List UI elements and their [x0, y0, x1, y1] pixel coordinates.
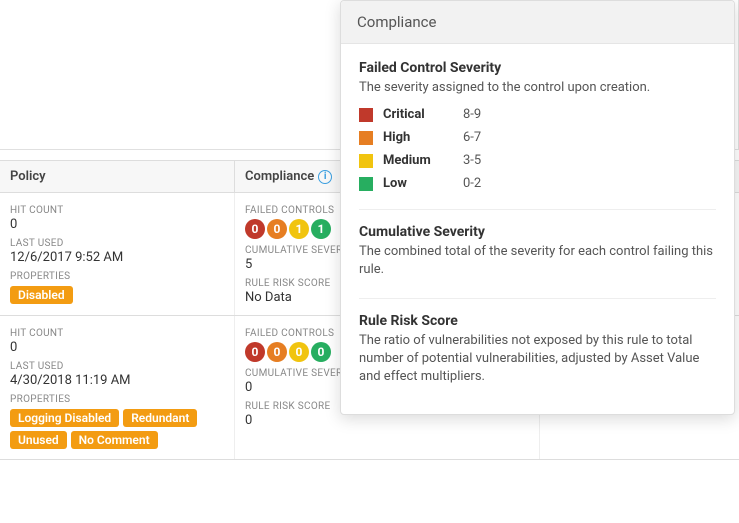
- legend-range: 0-2: [463, 176, 481, 191]
- severity-circle: 0: [267, 342, 287, 362]
- legend-range: 6-7: [463, 130, 481, 145]
- properties-tags: Disabled: [10, 286, 224, 304]
- popover-section-desc: The combined total of the severity for e…: [359, 243, 716, 279]
- severity-legend: Critical 8-9 High 6-7 Medium 3-5 Low 0-2: [359, 107, 716, 191]
- divider: [359, 298, 716, 299]
- severity-circle: 0: [245, 219, 265, 239]
- legend-swatch: [359, 154, 373, 168]
- last-used-value: 12/6/2017 9:52 AM: [10, 250, 224, 265]
- severity-circle: 0: [245, 342, 265, 362]
- info-icon[interactable]: i: [318, 170, 332, 184]
- property-tag[interactable]: Unused: [10, 431, 67, 449]
- last-used-label: LAST USED: [10, 238, 224, 249]
- property-tag[interactable]: Disabled: [10, 286, 73, 304]
- severity-circle: 0: [311, 342, 331, 362]
- popover-section-title: Cumulative Severity: [359, 224, 716, 240]
- legend-range: 8-9: [463, 107, 481, 122]
- header-compliance-label: Compliance: [245, 169, 314, 184]
- properties-label: PROPERTIES: [10, 271, 224, 282]
- last-used-label: LAST USED: [10, 361, 224, 372]
- legend-label: Low: [383, 176, 463, 191]
- properties-label: PROPERTIES: [10, 394, 224, 405]
- divider: [359, 209, 716, 210]
- legend-row: Critical 8-9: [359, 107, 716, 122]
- popover-section: Failed Control Severity The severity ass…: [359, 60, 716, 191]
- compliance-popover: Compliance Failed Control Severity The s…: [340, 0, 735, 415]
- legend-label: Medium: [383, 153, 463, 168]
- legend-row: Low 0-2: [359, 176, 716, 191]
- severity-circle: 1: [289, 219, 309, 239]
- property-tag[interactable]: Logging Disabled: [10, 409, 119, 427]
- popover-title: Compliance: [341, 1, 734, 44]
- hit-count-value: 0: [10, 217, 224, 232]
- severity-circle: 0: [289, 342, 309, 362]
- popover-section-desc: The severity assigned to the control upo…: [359, 79, 716, 97]
- legend-range: 3-5: [463, 153, 481, 168]
- properties-tags: Logging DisabledRedundant UnusedNo Commen…: [10, 409, 224, 449]
- popover-section-desc: The ratio of vulnerabilities not exposed…: [359, 332, 716, 387]
- popover-section-title: Failed Control Severity: [359, 60, 716, 76]
- legend-label: Critical: [383, 107, 463, 122]
- popover-body: Failed Control Severity The severity ass…: [341, 44, 734, 414]
- header-policy[interactable]: Policy: [0, 161, 235, 192]
- property-tag[interactable]: No Comment: [71, 431, 158, 449]
- popover-section: Rule Risk Score The ratio of vulnerabili…: [359, 313, 716, 387]
- legend-row: Medium 3-5: [359, 153, 716, 168]
- legend-swatch: [359, 108, 373, 122]
- severity-circle: 0: [267, 219, 287, 239]
- popover-section: Cumulative Severity The combined total o…: [359, 224, 716, 279]
- popover-section-title: Rule Risk Score: [359, 313, 716, 329]
- legend-row: High 6-7: [359, 130, 716, 145]
- property-tag[interactable]: Redundant: [123, 409, 197, 427]
- hit-count-label: HIT COUNT: [10, 205, 224, 216]
- legend-swatch: [359, 131, 373, 145]
- hit-count-value: 0: [10, 340, 224, 355]
- legend-label: High: [383, 130, 463, 145]
- last-used-value: 4/30/2018 11:19 AM: [10, 373, 224, 388]
- hit-count-label: HIT COUNT: [10, 328, 224, 339]
- legend-swatch: [359, 177, 373, 191]
- rule-risk-score-value: 0: [245, 413, 529, 428]
- severity-circle: 1: [311, 219, 331, 239]
